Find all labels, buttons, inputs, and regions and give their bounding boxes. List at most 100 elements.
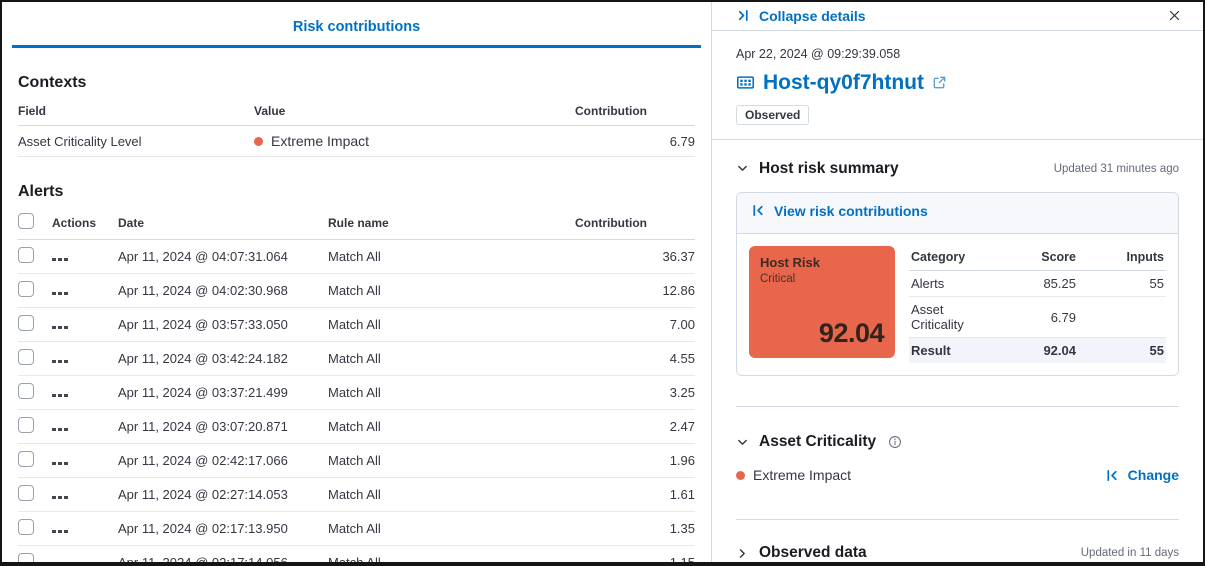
table-row: Apr 11, 2024 @ 02:27:14.053 Match All 1.… [18, 478, 695, 512]
contexts-col-field: Field [18, 98, 254, 126]
change-criticality-button[interactable]: Change [1105, 467, 1179, 483]
flyout-header: Collapse details [712, 2, 1203, 31]
asset-criticality-row: Extreme Impact Change [736, 467, 1179, 483]
alert-rule: Match All [328, 376, 575, 410]
row-actions-icon[interactable] [52, 428, 68, 432]
host-name-link[interactable]: Host-qy0f7htnut [763, 71, 924, 95]
risk-col-inputs: Inputs [1078, 246, 1166, 271]
table-row: Alerts 85.25 55 [909, 271, 1166, 297]
asset-criticality-title[interactable]: Asset Criticality [759, 433, 876, 451]
alert-rule: Match All [328, 546, 575, 566]
close-icon[interactable] [1163, 5, 1185, 27]
alert-date: Apr 11, 2024 @ 02:17:14.056 [118, 546, 328, 566]
alert-date: Apr 11, 2024 @ 02:27:14.053 [118, 478, 328, 512]
alert-contribution: 12.86 [575, 274, 695, 308]
row-actions-icon[interactable] [52, 258, 68, 262]
alert-contribution: 2.47 [575, 410, 695, 444]
row-actions-icon[interactable] [52, 326, 68, 330]
criticality-value: Extreme Impact [753, 467, 851, 483]
alert-date: Apr 11, 2024 @ 03:37:21.499 [118, 376, 328, 410]
arrow-start-icon [751, 203, 766, 218]
row-checkbox[interactable] [18, 247, 34, 263]
risk-category: Result [909, 338, 982, 364]
info-icon[interactable] [888, 435, 902, 449]
alert-date: Apr 11, 2024 @ 02:42:17.066 [118, 444, 328, 478]
risk-col-score: Score [982, 246, 1078, 271]
table-row: Apr 11, 2024 @ 02:17:13.950 Match All 1.… [18, 512, 695, 546]
row-checkbox[interactable] [18, 485, 34, 501]
context-contribution: 6.79 [575, 126, 695, 157]
severity-dot-icon [254, 137, 263, 146]
section-divider [736, 406, 1179, 407]
contexts-col-contribution: Contribution [575, 98, 695, 126]
table-row: Apr 11, 2024 @ 02:42:17.066 Match All 1.… [18, 444, 695, 478]
entity-header: Apr 22, 2024 @ 09:29:39.058 Host-qy0f7ht… [712, 31, 1203, 140]
risk-score: 92.04 [982, 338, 1078, 364]
row-actions-icon[interactable] [52, 530, 68, 534]
select-all-checkbox[interactable] [18, 213, 34, 229]
table-row: Asset Criticality 6.79 [909, 297, 1166, 338]
alert-date: Apr 11, 2024 @ 04:07:31.064 [118, 240, 328, 274]
risk-category: Alerts [909, 271, 982, 297]
row-checkbox[interactable] [18, 383, 34, 399]
alerts-col-date: Date [118, 207, 328, 240]
alert-date: Apr 11, 2024 @ 03:57:33.050 [118, 308, 328, 342]
flyout-body: Host risk summary Updated 31 minutes ago… [712, 140, 1203, 563]
alert-rule: Match All [328, 240, 575, 274]
host-risk-summary-accordion: Host risk summary Updated 31 minutes ago [736, 160, 1179, 178]
row-checkbox[interactable] [18, 349, 34, 365]
row-actions-icon[interactable] [52, 462, 68, 466]
context-field: Asset Criticality Level [18, 126, 254, 157]
host-risk-summary-title[interactable]: Host risk summary [759, 160, 899, 178]
row-actions-icon[interactable] [52, 292, 68, 296]
table-row-result: Result 92.04 55 [909, 338, 1166, 364]
alerts-col-actions: Actions [52, 207, 118, 240]
alerts-col-contribution: Contribution [575, 207, 695, 240]
alerts-col-rule: Rule name [328, 207, 575, 240]
section-divider [736, 519, 1179, 520]
observed-updated-label: Updated in 11 days [1081, 547, 1179, 559]
view-risk-contributions-button[interactable]: View risk contributions [751, 203, 928, 219]
alert-rule: Match All [328, 410, 575, 444]
risk-inputs: 55 [1078, 271, 1166, 297]
row-checkbox[interactable] [18, 281, 34, 297]
risk-score: 6.79 [982, 297, 1078, 338]
table-row: Apr 11, 2024 @ 03:42:24.182 Match All 4.… [18, 342, 695, 376]
observed-data-accordion: Observed data Updated in 11 days [736, 544, 1179, 562]
row-checkbox[interactable] [18, 315, 34, 331]
alert-rule: Match All [328, 444, 575, 478]
risk-category: Asset Criticality [909, 297, 982, 338]
row-checkbox[interactable] [18, 451, 34, 467]
external-link-icon[interactable] [932, 75, 947, 90]
alert-date: Apr 11, 2024 @ 03:07:20.871 [118, 410, 328, 444]
arrow-start-icon [1105, 468, 1120, 483]
contexts-heading: Contexts [18, 74, 695, 92]
row-actions-icon[interactable] [52, 360, 68, 364]
table-row: Apr 11, 2024 @ 04:07:31.064 Match All 36… [18, 240, 695, 274]
collapse-details-label: Collapse details [759, 8, 866, 24]
risk-inputs: 55 [1078, 338, 1166, 364]
row-checkbox[interactable] [18, 417, 34, 433]
alert-contribution: 1.96 [575, 444, 695, 478]
collapse-details-button[interactable]: Collapse details [736, 8, 866, 24]
alert-rule: Match All [328, 308, 575, 342]
risk-score: 85.25 [982, 271, 1078, 297]
chevron-right-icon[interactable] [736, 547, 749, 560]
observed-data-title[interactable]: Observed data [759, 544, 867, 562]
host-risk-gauge: Host Risk Critical 92.04 [749, 246, 895, 358]
alert-contribution: 1.15 [575, 546, 695, 566]
row-checkbox[interactable] [18, 553, 34, 566]
tab-risk-contributions[interactable]: Risk contributions [293, 19, 420, 45]
table-row: Apr 11, 2024 @ 02:17:14.056 Match All 1.… [18, 546, 695, 566]
chevron-down-icon[interactable] [736, 436, 749, 449]
chevron-down-icon[interactable] [736, 162, 749, 175]
row-actions-icon[interactable] [52, 496, 68, 500]
risk-card-header: View risk contributions [737, 193, 1178, 235]
contexts-table: Field Value Contribution Asset Criticali… [18, 98, 695, 157]
view-risk-contributions-label: View risk contributions [774, 203, 928, 219]
row-actions-icon[interactable] [52, 394, 68, 398]
row-checkbox[interactable] [18, 519, 34, 535]
contexts-row: Asset Criticality Level Extreme Impact 6… [18, 126, 695, 157]
risk-col-category: Category [909, 246, 982, 271]
table-row: Apr 11, 2024 @ 03:07:20.871 Match All 2.… [18, 410, 695, 444]
